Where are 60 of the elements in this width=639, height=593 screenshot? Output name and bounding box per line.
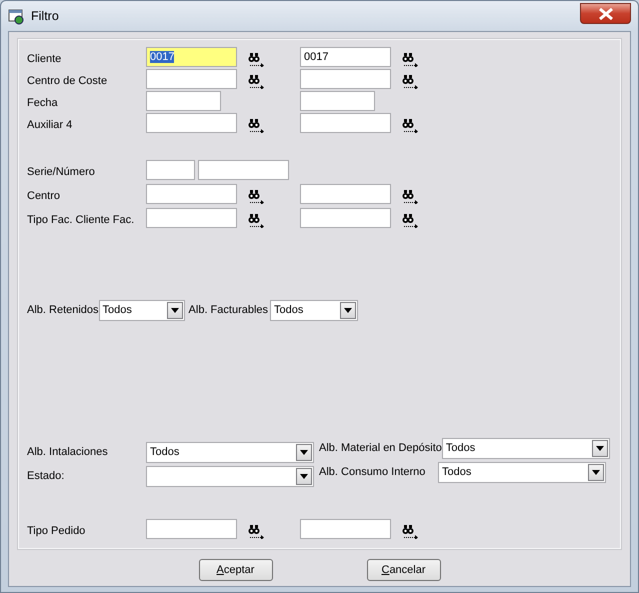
text-field[interactable] — [146, 208, 237, 228]
text-field[interactable] — [198, 160, 289, 180]
close-icon — [598, 8, 614, 20]
field-label: Fecha — [27, 96, 59, 111]
caret-icon — [170, 308, 179, 313]
field-label: Centro de Coste — [27, 74, 108, 89]
lookup-binoculars-icon[interactable] — [248, 118, 265, 134]
dropdown-field[interactable]: Todos — [270, 300, 358, 321]
dialog-button[interactable]: Aceptar — [198, 559, 272, 581]
field-label: Serie/Número — [27, 164, 96, 180]
field-label: Auxiliar 4 — [27, 118, 74, 133]
text-field[interactable] — [300, 113, 391, 133]
text-field[interactable] — [146, 160, 195, 180]
lookup-binoculars-icon[interactable] — [248, 524, 265, 540]
field-label: Tipo Pedido — [27, 524, 86, 539]
field-label: Estado: — [27, 468, 66, 484]
field-label: Centro — [27, 188, 62, 204]
field-label: Alb. Intalaciones — [27, 444, 109, 460]
text-field[interactable] — [300, 69, 391, 89]
text-field[interactable]: 0017 — [146, 47, 237, 67]
field-label: Cliente — [27, 52, 62, 67]
close-button[interactable] — [580, 3, 631, 24]
text-field[interactable] — [146, 519, 237, 539]
caret-icon — [596, 446, 604, 450]
dropdown-field[interactable]: Todos — [438, 462, 606, 482]
caret-icon — [300, 474, 308, 478]
text-field[interactable] — [300, 91, 375, 111]
field-label: Tipo Fac. Cliente Fac. — [27, 212, 136, 228]
caret-icon — [300, 450, 308, 454]
lookup-binoculars-icon[interactable] — [248, 188, 265, 206]
caret-icon — [344, 308, 352, 313]
text-field[interactable] — [300, 184, 391, 204]
text-field[interactable] — [146, 69, 237, 89]
field-label: Alb. Material en Depósito — [319, 440, 442, 456]
text-field[interactable] — [146, 184, 237, 204]
lookup-binoculars-icon[interactable] — [248, 212, 265, 230]
dropdown-field[interactable]: Todos — [98, 300, 185, 321]
lookup-binoculars-icon[interactable] — [402, 188, 419, 206]
window-title: Filtro — [31, 9, 59, 23]
text-field[interactable]: 0017 — [300, 47, 391, 67]
window-icon — [8, 9, 25, 26]
dropdown-field[interactable]: Todos — [146, 442, 314, 462]
text-field[interactable] — [300, 519, 391, 539]
dropdown-field[interactable]: Todos — [442, 438, 610, 458]
dialog-button[interactable]: Cancelar — [366, 559, 440, 581]
lookup-binoculars-icon[interactable] — [248, 52, 265, 68]
field-label: Alb. Facturables — [188, 303, 268, 318]
lookup-binoculars-icon[interactable] — [402, 524, 419, 540]
dropdown-field[interactable] — [146, 466, 314, 486]
caret-icon — [592, 470, 600, 474]
lookup-binoculars-icon[interactable] — [402, 74, 419, 90]
lookup-binoculars-icon[interactable] — [402, 212, 419, 230]
lookup-binoculars-icon[interactable] — [402, 52, 419, 68]
lookup-binoculars-icon[interactable] — [402, 118, 419, 134]
field-label: Alb. Consumo Interno — [319, 464, 426, 480]
text-field[interactable] — [146, 113, 237, 133]
text-field[interactable] — [146, 91, 221, 111]
field-label: Alb. Retenidos — [27, 303, 99, 318]
lookup-binoculars-icon[interactable] — [248, 74, 265, 90]
text-field[interactable] — [300, 208, 391, 228]
